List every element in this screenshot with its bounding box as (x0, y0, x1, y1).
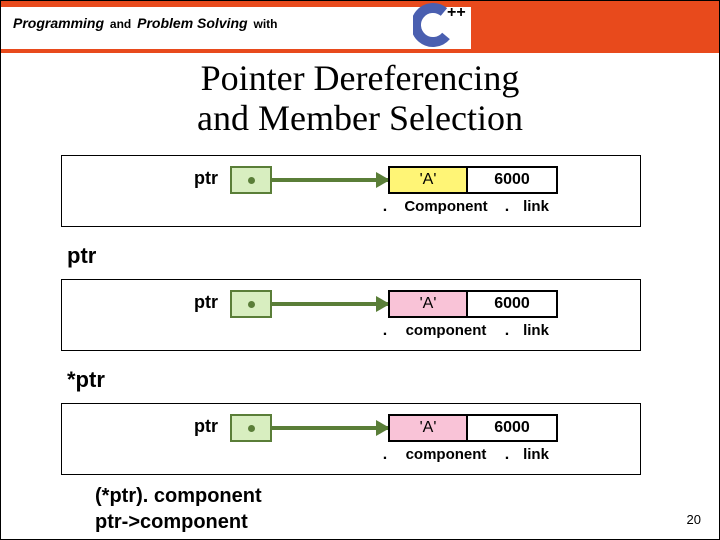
component-label: Component (390, 198, 502, 216)
header-rule-bottom (1, 49, 471, 53)
node-labels: . component . link (380, 322, 580, 340)
slide-title: Pointer Dereferencing and Member Selecti… (1, 59, 719, 138)
cpp-plusplus: ++ (447, 4, 466, 21)
ptr-label: ptr (194, 416, 218, 437)
node-labels: . Component . link (380, 198, 580, 216)
ptr-box (230, 166, 272, 194)
ptr-label: ptr (194, 168, 218, 189)
header-title: Programming and Problem Solving with (13, 15, 280, 31)
header-bar: Programming and Problem Solving with ++ (1, 1, 719, 53)
callout-ptr: ptr (67, 243, 96, 269)
node-component-cell: 'A' (388, 166, 468, 194)
header-white-panel: Programming and Problem Solving with (1, 1, 471, 53)
link-label: link (512, 446, 560, 464)
link-label: link (512, 198, 560, 216)
node: 'A' 6000 (388, 414, 558, 442)
node-link-cell: 6000 (468, 290, 558, 318)
dot-operator: . (380, 322, 390, 340)
cpp-logo-icon: ++ (413, 0, 469, 58)
callout-deref-dot: (*ptr). component (95, 485, 262, 508)
title-line1: Pointer Dereferencing (201, 58, 520, 98)
dot-operator: . (502, 322, 512, 340)
header-and: and (110, 17, 131, 31)
title-line2: and Member Selection (197, 98, 523, 138)
header-word2: Problem Solving (137, 15, 247, 31)
arrow-icon (272, 302, 388, 306)
node-link-cell: 6000 (468, 166, 558, 194)
node-link-cell: 6000 (468, 414, 558, 442)
dot-operator: . (502, 198, 512, 216)
header-rule-top (1, 1, 471, 7)
arrow-icon (272, 426, 388, 430)
ptr-dot-icon (248, 301, 255, 308)
node-labels: . component . link (380, 446, 580, 464)
diagram-row-1: ptr 'A' 6000 . Component . link (61, 155, 641, 227)
ptr-dot-icon (248, 425, 255, 432)
node: 'A' 6000 (388, 290, 558, 318)
node-component-cell: 'A' (388, 290, 468, 318)
diagram-row-2: ptr 'A' 6000 . component . link (61, 279, 641, 351)
dot-operator: . (380, 198, 390, 216)
ptr-dot-icon (248, 177, 255, 184)
dot-operator: . (380, 446, 390, 464)
component-label: component (390, 322, 502, 340)
ptr-box (230, 414, 272, 442)
node: 'A' 6000 (388, 166, 558, 194)
header-word1: Programming (13, 15, 104, 31)
header-with: with (254, 17, 278, 31)
ptr-label: ptr (194, 292, 218, 313)
link-label: link (512, 322, 560, 340)
component-label: component (390, 446, 502, 464)
page-number: 20 (687, 512, 701, 527)
dot-operator: . (502, 446, 512, 464)
diagram-row-3: ptr 'A' 6000 . component . link (61, 403, 641, 475)
node-component-cell: 'A' (388, 414, 468, 442)
ptr-box (230, 290, 272, 318)
arrow-icon (272, 178, 388, 182)
callout-deref-ptr: *ptr (67, 367, 105, 393)
callout-arrow-op: ptr->component (95, 511, 248, 534)
